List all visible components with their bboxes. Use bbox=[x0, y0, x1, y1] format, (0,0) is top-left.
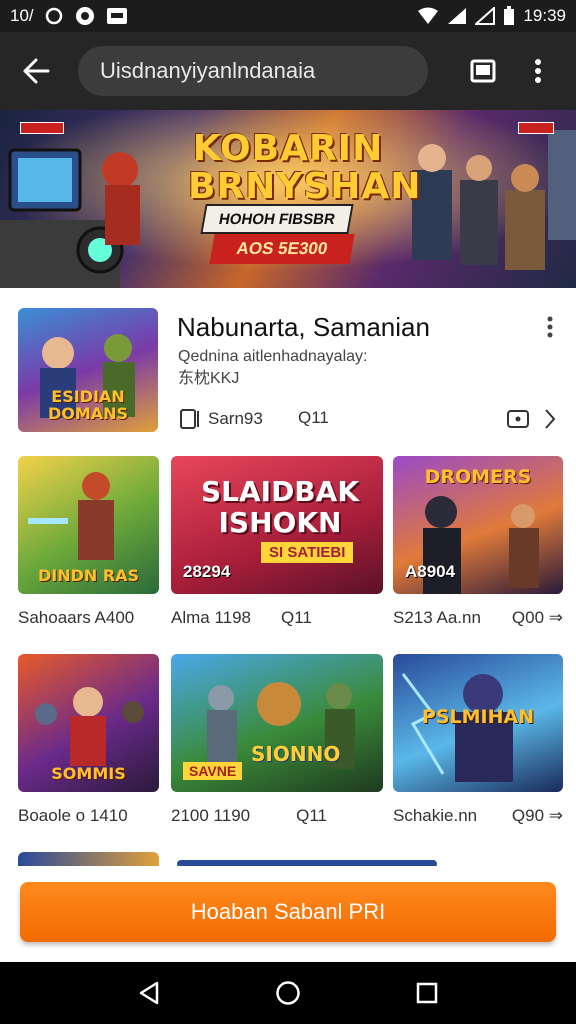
game-card-3-title: DROMERS bbox=[424, 466, 532, 488]
cta-container: Hoaban Sabanl PRI bbox=[0, 866, 576, 962]
more-options-button[interactable] bbox=[518, 46, 558, 96]
recents-square-icon bbox=[416, 982, 437, 1004]
game-card-3-overlay: A8904 bbox=[405, 562, 456, 581]
game-card-2-thumb[interactable]: SLAIDBAK ISHOKN SI SATIEBI 28294 bbox=[171, 456, 383, 594]
featured-item[interactable]: ESIDIAN DOMANS Nabunarta, Samanian Qedni… bbox=[0, 288, 576, 448]
featured-actions bbox=[506, 408, 556, 435]
game-card-6-caption-right: Q90 ⇒ bbox=[511, 806, 563, 825]
battery-icon bbox=[503, 6, 515, 26]
primary-cta-button[interactable]: Hoaban Sabanl PRI bbox=[20, 882, 556, 942]
game-card-2[interactable]: SLAIDBAK ISHOKN SI SATIEBI 28294 Alma 11… bbox=[171, 456, 383, 628]
game-card-5[interactable]: SIONNO SAVNE 2100 1190 Q11 bbox=[171, 654, 383, 826]
game-card-5-thumb[interactable]: SIONNO SAVNE bbox=[171, 654, 383, 792]
featured-meta-left: Sarn93 bbox=[178, 408, 263, 430]
tab-switch-icon bbox=[470, 59, 496, 83]
chevron-right-icon bbox=[545, 409, 556, 429]
featured-meta-left-text: Sarn93 bbox=[208, 409, 263, 428]
game-card-2-title: SLAIDBAK ISHOKN bbox=[200, 475, 360, 539]
featured-thumb-label: ESIDIAN DOMANS bbox=[47, 387, 129, 423]
game-card-3[interactable]: DROMERS A8904 S213 Aa.nn Q00 ⇒ bbox=[393, 456, 563, 628]
game-card-2-overlay: 28294 bbox=[183, 562, 231, 581]
game-card-4-caption-left: Boaole o 1410 bbox=[18, 806, 128, 825]
back-button[interactable] bbox=[6, 41, 66, 101]
game-card-4-caption: Boaole o 1410 bbox=[18, 806, 159, 826]
record-icon bbox=[74, 5, 96, 27]
promo-banner[interactable]: KOBARIN BRNYSHAN HOHOH FIBSBR AOS 5E300 bbox=[0, 110, 576, 288]
game-card-4-thumb[interactable]: SOMMIS bbox=[18, 654, 159, 792]
nav-back-button[interactable] bbox=[124, 968, 174, 1018]
more-vert-icon bbox=[535, 59, 541, 83]
banner-badge-left bbox=[20, 122, 64, 134]
circle-outline-icon bbox=[44, 6, 64, 26]
game-card-2-caption-left: Alma 1198 bbox=[171, 608, 252, 627]
banner-ribbon-top: HOHOH FIBSBR bbox=[200, 204, 354, 234]
game-card-4-label: SOMMIS bbox=[51, 764, 126, 783]
game-card-6-caption: Schakie.nn Q90 ⇒ bbox=[393, 806, 563, 826]
game-card-5-title: SIONNO bbox=[251, 742, 341, 766]
game-card-5-caption-left: 2100 1190 bbox=[171, 806, 251, 825]
banner-title: KOBARIN BRNYSHAN bbox=[188, 128, 422, 207]
back-arrow-icon bbox=[23, 58, 50, 84]
game-card-5-caption: 2100 1190 Q11 bbox=[171, 806, 383, 826]
game-card-5-sub: SAVNE bbox=[183, 762, 243, 780]
nav-home-button[interactable] bbox=[263, 968, 313, 1018]
game-card-2-caption: Alma 1198 Q11 bbox=[171, 608, 383, 628]
tab-switch-button[interactable] bbox=[458, 46, 508, 96]
cast-icon bbox=[106, 7, 128, 25]
game-card-3-caption: S213 Aa.nn Q00 ⇒ bbox=[393, 608, 563, 628]
signal-icon bbox=[447, 7, 467, 25]
app-bar: Uisdnanyiyanlndanaia bbox=[0, 32, 576, 110]
game-card-3-thumb[interactable]: DROMERS A8904 bbox=[393, 456, 563, 594]
game-card-6-caption-left: Schakie.nn bbox=[393, 806, 478, 825]
cast-button[interactable] bbox=[506, 408, 530, 435]
featured-meta-right: Q11 bbox=[298, 408, 329, 427]
featured-title[interactable]: Nabunarta, Samanian bbox=[177, 312, 430, 343]
game-card-3-caption-left: S213 Aa.nn bbox=[393, 608, 481, 627]
status-time: 19:39 bbox=[523, 6, 566, 25]
cast-outline-icon bbox=[507, 410, 529, 428]
chevron-right-button[interactable] bbox=[544, 408, 556, 435]
status-left-text: 10/ bbox=[10, 6, 34, 25]
featured-more-button[interactable] bbox=[540, 312, 560, 342]
game-card-1-thumb[interactable]: DINDN RAS bbox=[18, 456, 159, 594]
signal-icon-2 bbox=[475, 7, 496, 25]
game-card-1[interactable]: DINDN RAS Sahoaars A400 bbox=[18, 456, 159, 628]
status-bar: 10/ 19:39 bbox=[0, 0, 576, 32]
game-card-6-thumb[interactable]: PSLMIHAN bbox=[393, 654, 563, 792]
featured-desc-line1: Qednina aitlenhadnayalay: bbox=[178, 348, 368, 365]
banner-badge-right bbox=[518, 122, 554, 134]
search-input[interactable]: Uisdnanyiyanlndanaia bbox=[78, 46, 428, 96]
game-card-3-caption-right: Q00 ⇒ bbox=[511, 608, 563, 627]
system-nav-bar bbox=[0, 962, 576, 1024]
game-card-6-title: PSLMIHAN bbox=[421, 706, 535, 728]
banner-ribbon-bottom: AOS 5E300 bbox=[209, 234, 355, 264]
game-card-2-caption-right: Q11 bbox=[281, 608, 312, 627]
wifi-icon bbox=[417, 7, 439, 25]
device-icon bbox=[180, 409, 199, 429]
featured-thumbnail[interactable]: ESIDIAN DOMANS bbox=[18, 308, 158, 432]
game-card-6[interactable]: PSLMIHAN Schakie.nn Q90 ⇒ bbox=[393, 654, 563, 826]
game-card-1-label: DINDN RAS bbox=[37, 566, 140, 585]
game-card-4[interactable]: SOMMIS Boaole o 1410 bbox=[18, 654, 159, 826]
featured-desc-line2: 东枕KKJ bbox=[178, 370, 240, 387]
home-circle-icon bbox=[276, 981, 300, 1005]
more-vert-icon bbox=[547, 316, 553, 338]
featured-description: Qednina aitlenhadnayalay: 东枕KKJ bbox=[178, 346, 478, 390]
game-card-1-caption: Sahoaars A400 bbox=[18, 608, 159, 628]
game-card-2-sub: SI SATIEBI bbox=[261, 542, 354, 563]
game-card-5-caption-right: Q11 bbox=[296, 806, 327, 825]
nav-recents-button[interactable] bbox=[402, 968, 452, 1018]
game-card-1-caption-left: Sahoaars A400 bbox=[18, 608, 135, 627]
back-triangle-icon bbox=[140, 981, 159, 1005]
